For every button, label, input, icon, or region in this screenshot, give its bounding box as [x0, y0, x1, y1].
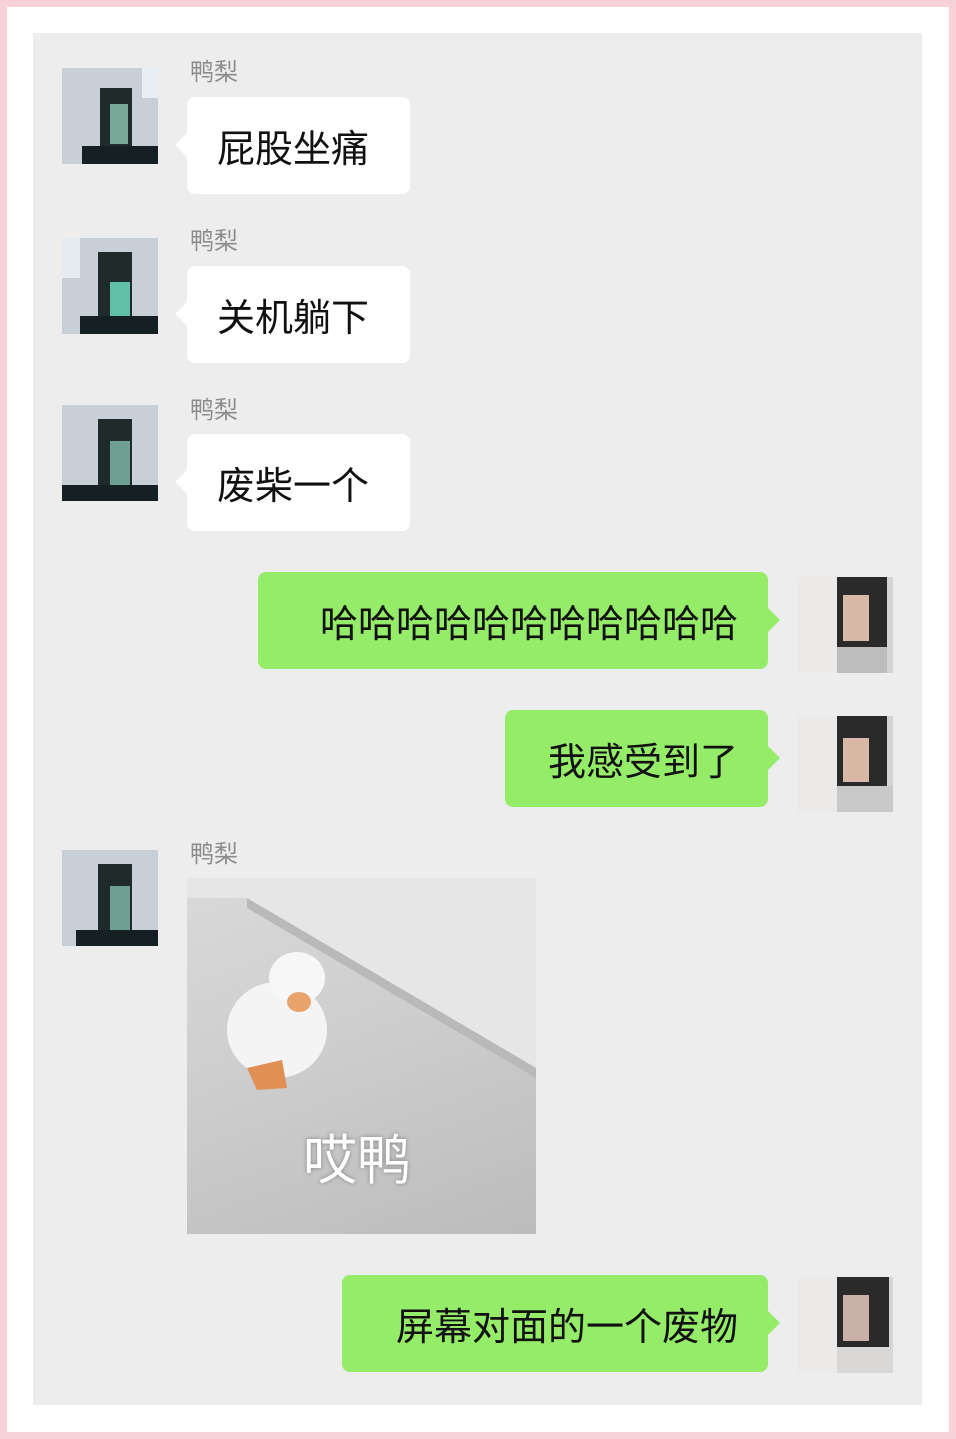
avatar-yali[interactable]: [62, 405, 158, 501]
avatar-me[interactable]: [797, 577, 893, 673]
avatar-yali[interactable]: [62, 238, 158, 334]
avatar-me[interactable]: [797, 1277, 893, 1373]
message-text: 哈哈哈哈哈哈哈哈哈哈哈: [319, 602, 738, 646]
message-bubble[interactable]: 屏幕对面的一个废物: [342, 1275, 780, 1372]
message-text: 我感受到了: [547, 740, 738, 784]
sender-name: 鸭梨: [190, 58, 238, 86]
message-text: 屏幕对面的一个废物: [395, 1305, 738, 1349]
message-bubble[interactable]: 我感受到了: [505, 710, 780, 807]
sender-name: 鸭梨: [190, 396, 238, 424]
message-bubble[interactable]: 哈哈哈哈哈哈哈哈哈哈哈: [258, 572, 780, 669]
message-text: 废柴一个: [217, 464, 370, 508]
avatar-yali[interactable]: [62, 68, 158, 164]
duck-sticker-image[interactable]: 哎鸭: [187, 878, 536, 1234]
avatar-yali[interactable]: [62, 850, 158, 946]
message-bubble[interactable]: 关机躺下: [175, 266, 410, 363]
message-text: 屁股坐痛: [217, 127, 370, 171]
avatar-me[interactable]: [797, 716, 893, 812]
message-text: 关机躺下: [217, 296, 370, 340]
sticker-caption: 哎鸭: [303, 1129, 411, 1192]
message-bubble[interactable]: 废柴一个: [175, 434, 410, 531]
sender-name: 鸭梨: [190, 227, 238, 255]
message-bubble[interactable]: 屁股坐痛: [175, 97, 410, 194]
sender-name: 鸭梨: [190, 840, 238, 868]
